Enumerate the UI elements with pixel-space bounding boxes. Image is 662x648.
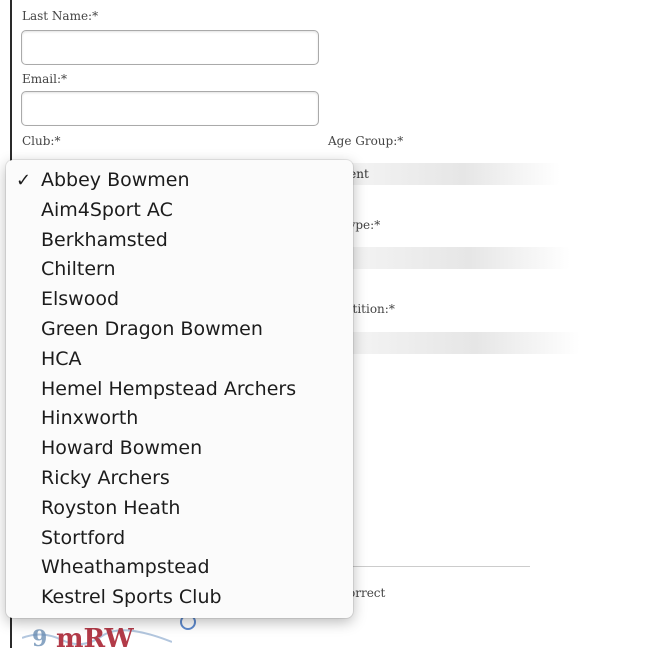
club-option-label: Berkhamsted [41,228,168,251]
email-input[interactable] [21,91,319,126]
captcha-text: mRW [56,624,135,648]
club-option-label: Ricky Archers [41,466,170,489]
competition-select[interactable]: es [320,332,580,354]
last-name-label: Last Name:* [22,9,99,23]
club-option[interactable]: Berkhamsted [6,226,353,256]
club-option-label: Kestrel Sports Club [41,586,222,609]
club-option[interactable]: Ricky Archers [6,464,353,494]
divider [330,566,530,567]
club-option-label: Wheathampstead [41,556,210,579]
club-option[interactable]: Green Dragon Bowmen [6,315,353,345]
club-dropdown-menu[interactable]: ✓ Abbey Bowmen Aim4Sport AC Berkhamsted Chil… [6,160,353,618]
club-option[interactable]: Chiltern [6,255,353,285]
club-option[interactable]: Howard Bowmen [6,434,353,464]
club-option[interactable]: Stortford [6,524,353,554]
club-option-label: HCA [41,347,82,370]
age-group-select[interactable]: n Gent [320,163,560,185]
club-option[interactable]: Aim4Sport AC [6,196,353,226]
club-option-label: Abbey Bowmen [41,169,190,191]
club-option[interactable]: Hinxworth [6,404,353,434]
age-group-label: Age Group:* [328,134,404,148]
captcha-image: 9 mRW [22,620,172,648]
club-option-label: Chiltern [41,258,116,281]
club-option[interactable]: Kestrel Sports Club [6,583,353,613]
club-option[interactable]: ✓ Abbey Bowmen [6,166,353,196]
club-option-label: Elswood [41,288,120,311]
club-option-label: Stortford [41,526,126,549]
confirm-details-text: orrect [348,586,386,600]
club-option[interactable]: Elswood [6,285,353,315]
club-option[interactable]: Wheathampstead [6,553,353,583]
club-option-label: Howard Bowmen [41,437,203,460]
club-option-label: Hemel Hempstead Archers [41,377,297,400]
club-options-list: ✓ Abbey Bowmen Aim4Sport AC Berkhamsted Chil… [6,166,353,613]
club-option-label: Aim4Sport AC [41,198,173,221]
bow-type-select[interactable]: EC [320,247,570,269]
club-option[interactable]: HCA [6,345,353,375]
club-option[interactable]: Royston Heath [6,494,353,524]
club-option[interactable]: Hemel Hempstead Archers [6,375,353,405]
club-option-label: Green Dragon Bowmen [41,317,263,340]
club-option-label: Hinxworth [41,407,139,430]
email-label: Email:* [22,72,68,86]
club-option-label: Royston Heath [41,496,181,519]
club-label: Club:* [22,134,61,148]
svg-text:9: 9 [32,626,47,648]
checkmark-icon: ✓ [16,170,32,191]
last-name-input[interactable] [21,30,319,65]
